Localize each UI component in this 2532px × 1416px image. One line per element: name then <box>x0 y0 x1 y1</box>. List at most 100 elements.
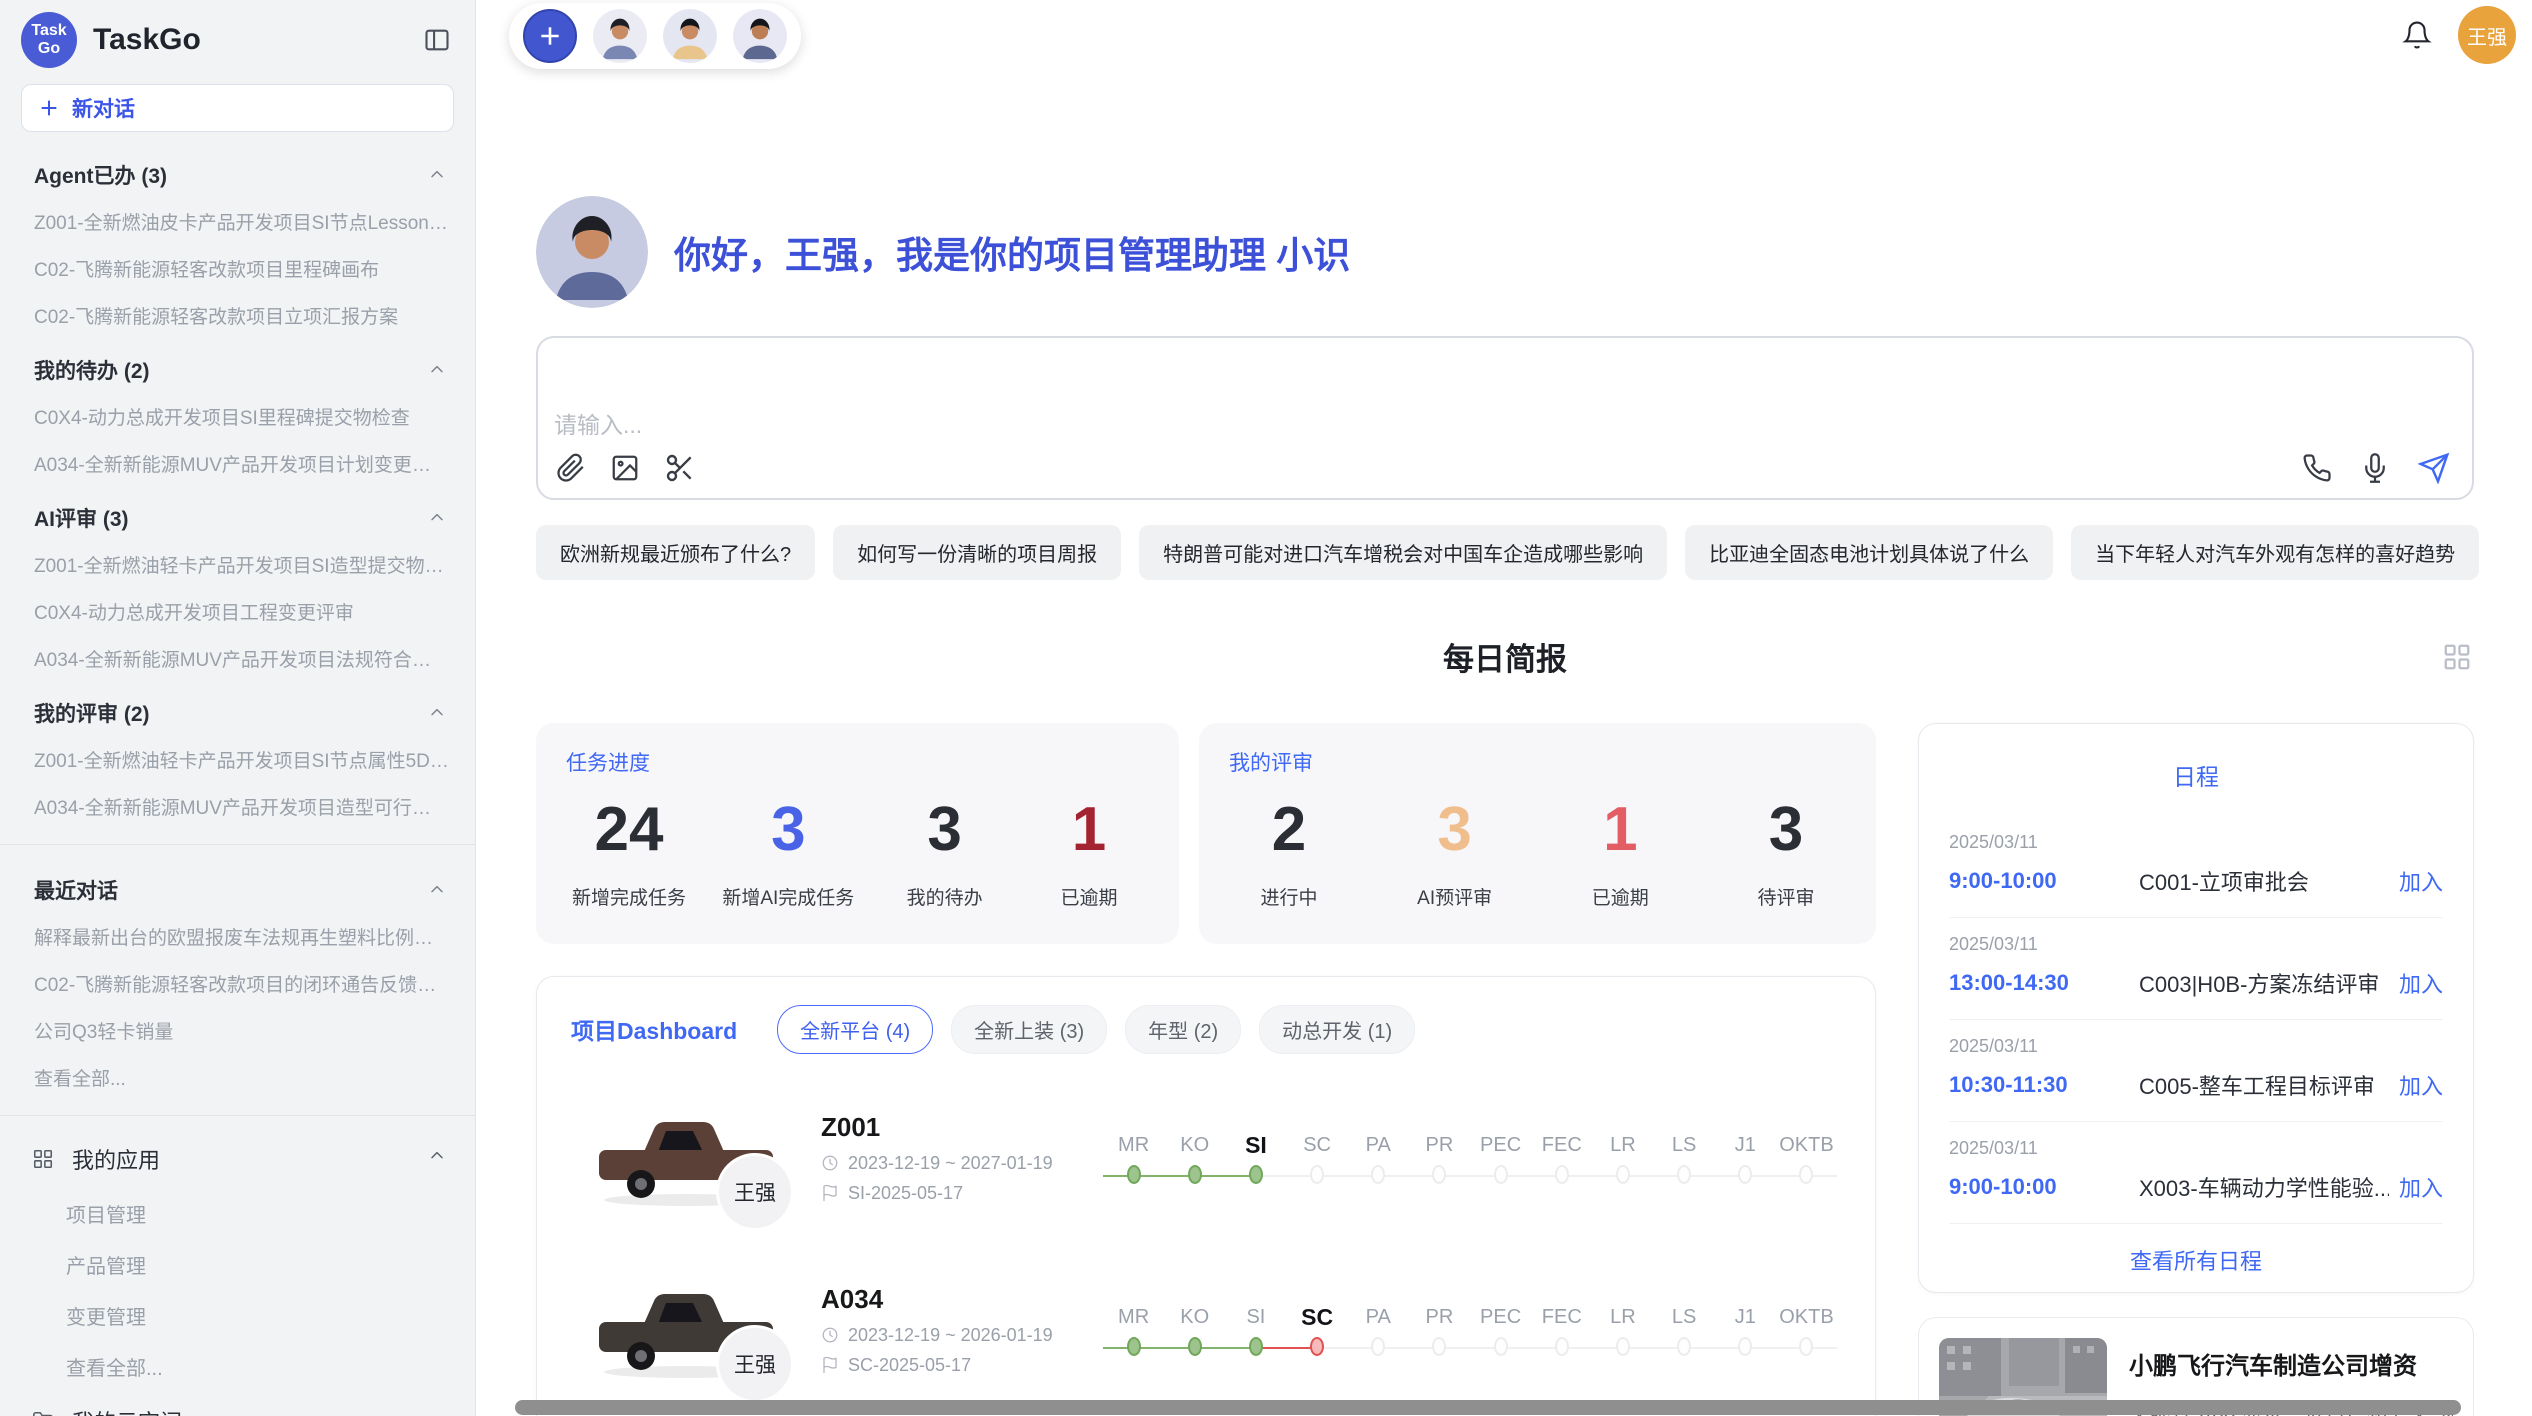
join-link[interactable]: 加入 <box>2399 967 2443 999</box>
send-icon[interactable] <box>2418 452 2450 484</box>
sidebar-item[interactable]: A034-全新新能源MUV产品开发项目计划变更表编写 <box>0 440 475 487</box>
chevron-up-icon <box>427 703 447 723</box>
sidebar-item[interactable]: 查看全部... <box>0 1054 475 1101</box>
dashboard-tab[interactable]: 全新平台 (4) <box>777 1005 933 1054</box>
event-name: C005-整车工程目标评审 <box>2139 1069 2389 1101</box>
suggestion-chip[interactable]: 比亚迪全固态电池计划具体说了什么 <box>1685 525 2053 580</box>
suggestion-chip[interactable]: 欧洲新规最近颁布了什么? <box>536 525 815 580</box>
milestone-label: FEC <box>1531 1299 1592 1335</box>
stat-value: 2 <box>1235 791 1343 869</box>
sidebar-item[interactable]: 公司Q3轻卡销量 <box>0 1007 475 1054</box>
composer-left-tools <box>556 452 696 484</box>
project-row[interactable]: 王强 Z001 2023-12-19 ~ 2027-01-19 SI-2025-… <box>571 1078 1841 1238</box>
notification-bell-icon[interactable] <box>2402 20 2432 50</box>
new-chat-button[interactable]: 新对话 <box>21 84 454 132</box>
message-input[interactable]: 请输入... <box>536 336 2474 500</box>
scissors-icon[interactable] <box>664 452 696 484</box>
milestone-dot-row <box>1225 1335 1286 1361</box>
project-info: A034 2023-12-19 ~ 2026-01-19 SC-2025-05-… <box>821 1284 1077 1376</box>
avatar-woman-2[interactable] <box>733 9 787 63</box>
dashboard-tab[interactable]: 全新上装 (3) <box>951 1005 1107 1054</box>
attachment-icon[interactable] <box>556 453 586 483</box>
sidebar-item[interactable]: 解释最新出台的欧盟报废车法规再生塑料比例被调至15%... <box>0 913 475 960</box>
milestone-label: PEC <box>1470 1299 1531 1335</box>
section-label: 我的待办 (2) <box>34 355 150 385</box>
suggestion-chip[interactable]: 如何写一份清晰的项目周报 <box>833 525 1121 580</box>
event-date: 2025/03/11 <box>1949 1036 2443 1057</box>
app-sub-item[interactable]: 查看全部... <box>0 1341 475 1392</box>
app-sub-item[interactable]: 产品管理 <box>0 1239 475 1290</box>
suggestion-chip[interactable]: 特朗普可能对进口汽车增税会对中国车企造成哪些影响 <box>1139 525 1667 580</box>
sidebar-item[interactable]: C0X4-动力总成开发项目工程变更评审 <box>0 588 475 635</box>
milestone-dot <box>1310 1337 1324 1356</box>
agent-avatars <box>593 9 787 63</box>
milestone-dot-row <box>1531 1163 1592 1189</box>
view-all-schedule-link[interactable]: 查看所有日程 <box>1949 1224 2443 1276</box>
assistant-avatar-image[interactable] <box>536 196 648 308</box>
avatar-woman-1[interactable] <box>663 9 717 63</box>
right-column: 日程 2025/03/11 9:00-10:00 C001-立项审批会 加入 2… <box>1918 723 2474 1416</box>
sidebar-item[interactable]: C0X4-动力总成开发项目SI里程碑提交物检查 <box>0 393 475 440</box>
join-link[interactable]: 加入 <box>2399 1171 2443 1203</box>
milestone-dot <box>1555 1337 1569 1356</box>
join-link[interactable]: 加入 <box>2399 1069 2443 1101</box>
sidebar-item[interactable]: Z001-全新燃油皮卡产品开发项目SI节点Lesson Learn报告 <box>0 198 475 245</box>
sidebar-section-header[interactable]: 最近对话 <box>0 859 475 913</box>
sidebar-item[interactable]: C02-飞腾新能源轻客改款项目里程碑画布 <box>0 245 475 292</box>
avatar-man[interactable] <box>593 9 647 63</box>
horizontal-scrollbar[interactable] <box>515 1400 2461 1415</box>
stat: 3 新增AI完成任务 <box>722 791 854 910</box>
avatar-woman-1[interactable] <box>663 9 717 63</box>
sidebar-item[interactable]: A034-全新新能源MUV产品开发项目造型可行性评审 <box>0 783 475 830</box>
main-area: 王强 你好，王强，我是你的项目管理助理 小识 请输入... <box>476 0 2532 1416</box>
milestone-dot <box>1310 1165 1324 1184</box>
milestone-dot <box>1494 1165 1508 1184</box>
user-avatar[interactable]: 王强 <box>2458 6 2516 64</box>
dashboard-tab[interactable]: 动总开发 (1) <box>1259 1005 1415 1054</box>
sidebar-item[interactable]: A034-全新新能源MUV产品开发项目法规符合性评审 <box>0 635 475 682</box>
milestone-dot-row <box>1164 1335 1225 1361</box>
sidebar-collapse-icon[interactable] <box>423 26 451 54</box>
composer-right-tools <box>2302 452 2450 484</box>
section-label: 我的评审 (2) <box>34 698 150 728</box>
dashboard-tab[interactable]: 年型 (2) <box>1125 1005 1241 1054</box>
sidebar-item-tool[interactable]: 我的云空间 <box>0 1392 475 1416</box>
suggestion-chip[interactable]: 当下年轻人对汽车外观有怎样的喜好趋势 <box>2071 525 2479 580</box>
avatar-woman-2[interactable] <box>733 9 787 63</box>
main-content: 你好，王强，我是你的项目管理助理 小识 请输入... 欧洲新规最近颁布了什么?如… <box>476 0 2532 1416</box>
sidebar-section-header[interactable]: 我的待办 (2) <box>0 339 475 393</box>
milestone-dot <box>1371 1165 1385 1184</box>
milestone-dot-row <box>1225 1163 1286 1189</box>
sidebar-section-header[interactable]: 我的评审 (2) <box>0 682 475 736</box>
milestone-LS: LS <box>1654 1299 1715 1361</box>
sidebar-item-my-apps[interactable]: 我的应用 <box>0 1130 475 1188</box>
layout-grid-icon[interactable] <box>2442 642 2472 672</box>
divider <box>0 1115 475 1116</box>
sidebar-section-header[interactable]: Agent已办 (3) <box>0 144 475 198</box>
milestone-dot-row <box>1592 1335 1653 1361</box>
event-main: 9:00-10:00 X003-车辆动力学性能验... 加入 <box>1949 1171 2443 1203</box>
app-sub-item[interactable]: 项目管理 <box>0 1188 475 1239</box>
stat-label: 已逾期 <box>1566 883 1674 910</box>
milestone-dot-row <box>1103 1163 1164 1189</box>
add-conversation-button[interactable] <box>523 9 577 63</box>
sidebar-section-header[interactable]: AI评审 (3) <box>0 487 475 541</box>
sidebar-item[interactable]: Z001-全新燃油轻卡产品开发项目SI造型提交物评审 <box>0 541 475 588</box>
project-row[interactable]: 王强 A034 2023-12-19 ~ 2026-01-19 SC-2025-… <box>571 1250 1841 1410</box>
avatar-man[interactable] <box>593 9 647 63</box>
microphone-icon[interactable] <box>2360 453 2390 483</box>
milestone-label: PA <box>1348 1299 1409 1335</box>
input-placeholder: 请输入... <box>554 406 642 440</box>
milestone-dot <box>1432 1165 1446 1184</box>
voice-call-icon[interactable] <box>2302 453 2332 483</box>
sidebar-item[interactable]: Z001-全新燃油轻卡产品开发项目SI节点属性5D文件评审 <box>0 736 475 783</box>
app-sub-item[interactable]: 变更管理 <box>0 1290 475 1341</box>
join-link[interactable]: 加入 <box>2399 865 2443 897</box>
milestone-label: SI <box>1225 1299 1286 1335</box>
milestone-MR: MR <box>1103 1299 1164 1361</box>
insert-image-icon[interactable] <box>610 453 640 483</box>
sidebar-item[interactable]: C02-飞腾新能源轻客改款项目的闭环通告反馈情况 <box>0 960 475 1007</box>
stat-card-title: 我的评审 <box>1229 747 1846 777</box>
sidebar-item[interactable]: C02-飞腾新能源轻客改款项目立项汇报方案 <box>0 292 475 339</box>
chevron-up-icon <box>427 880 447 900</box>
